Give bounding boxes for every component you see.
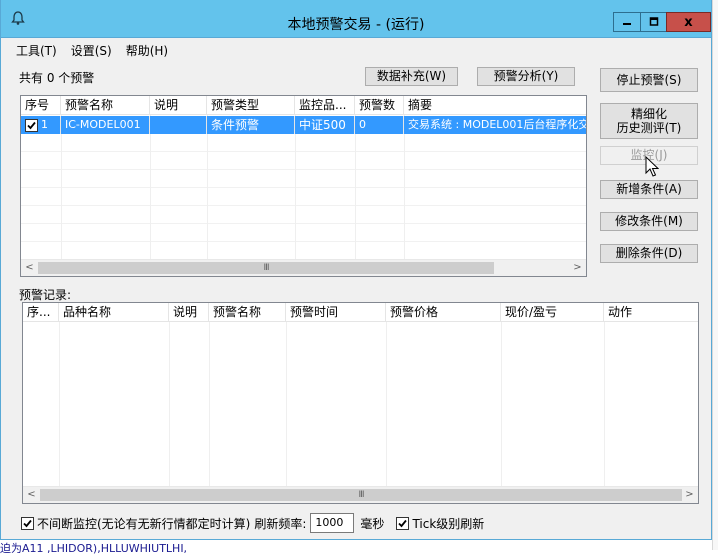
menu-help[interactable]: 帮助(H) [119, 42, 175, 60]
alert-records-label: 预警记录: [19, 288, 72, 302]
column-header-name[interactable]: 预警名称 [61, 96, 150, 115]
checkmark-icon [27, 121, 36, 129]
refresh-rate-input[interactable]: 1000 [310, 513, 355, 533]
records-table-header: 序... 品种名称 说明 预警名称 预警时间 预警价格 现价/盈亏 动作 [23, 303, 698, 322]
maximize-icon [649, 17, 658, 26]
scroll-left-arrow-icon[interactable]: < [21, 260, 38, 276]
alert-table-hscrollbar[interactable]: < III > [21, 259, 586, 276]
alert-table-header: 序号 预警名称 说明 预警类型 监控品... 预警数 摘要 [21, 96, 586, 115]
column-header-note[interactable]: 说明 [169, 303, 209, 322]
title-bar[interactable]: 本地预警交易 - (运行) x [1, 0, 711, 38]
modify-condition-button[interactable]: 修改条件(M) [600, 212, 698, 231]
stop-alert-button[interactable]: 停止预警(S) [600, 68, 698, 92]
column-header-alert-name[interactable]: 预警名称 [209, 303, 286, 322]
records-table-hscrollbar[interactable]: < III > [23, 486, 698, 503]
column-header-count[interactable]: 预警数 [355, 96, 404, 115]
column-header-product-name[interactable]: 品种名称 [59, 303, 169, 322]
alert-analysis-button[interactable]: 预警分析(Y) [477, 67, 575, 86]
continuous-monitor-label[interactable]: 不间断监控(无论有无新行情都定时计算) [37, 515, 250, 532]
menu-bar: 工具(T) 设置(S) 帮助(H) [9, 42, 175, 60]
column-header-type[interactable]: 预警类型 [207, 96, 295, 115]
minimize-icon [623, 23, 631, 25]
footer-bar: 不间断监控(无论有无新行情都定时计算) 刷新频率: 1000 毫秒 Tick级别… [21, 513, 484, 533]
grip-icon: III [358, 490, 365, 500]
column-header-index[interactable]: 序号 [21, 96, 61, 115]
column-header-summary[interactable]: 摘要 [404, 96, 586, 115]
checkmark-icon [398, 519, 408, 527]
scroll-thumb[interactable]: III [38, 262, 494, 274]
row-summary: 交易系统 : MODEL001后台程序化交易 [408, 118, 586, 131]
delete-condition-button[interactable]: 删除条件(D) [600, 244, 698, 263]
tick-refresh-label[interactable]: Tick级别刷新 [412, 515, 484, 532]
minimize-button[interactable] [613, 12, 641, 32]
row-checkbox[interactable] [25, 118, 38, 132]
row-index: 1 [41, 118, 48, 131]
row-index-cell: 1 [21, 116, 61, 134]
grip-icon: III [263, 263, 270, 273]
alert-count-label: 共有 0 个预警 [19, 71, 95, 85]
refresh-unit-label: 毫秒 [360, 516, 385, 531]
add-condition-button[interactable]: 新增条件(A) [600, 180, 698, 199]
background-window-edge [712, 0, 718, 550]
scroll-right-arrow-icon[interactable]: > [681, 487, 698, 503]
records-table-gridlines [23, 322, 698, 486]
column-header-product[interactable]: 监控品... [295, 96, 355, 115]
column-header-action[interactable]: 动作 [604, 303, 698, 322]
scroll-thumb[interactable]: III [40, 489, 682, 501]
column-header-alert-time[interactable]: 预警时间 [286, 303, 386, 322]
close-icon: x [684, 14, 693, 30]
table-row[interactable]: 1 IC-MODEL001 条件预警 中证500 0 交易系统 : MODEL0… [21, 116, 586, 134]
refresh-rate-label: 刷新频率: [254, 516, 307, 531]
refine-label-line2: 历史测评(T) [616, 121, 682, 135]
column-header-alert-price[interactable]: 预警价格 [386, 303, 501, 322]
row-name: IC-MODEL001 [61, 116, 150, 134]
scroll-right-arrow-icon[interactable]: > [569, 260, 586, 276]
maximize-button[interactable] [640, 12, 667, 32]
mouse-cursor-icon [645, 156, 659, 177]
menu-settings[interactable]: 设置(S) [64, 42, 119, 60]
alert-table-gridlines [21, 115, 586, 259]
row-count: 0 [355, 116, 404, 134]
background-code-text: 迫为A11 ,LHIDOR),HLLUWHIUTLHI, [0, 542, 188, 555]
refine-label-line1: 精细化 [630, 106, 667, 121]
scroll-left-arrow-icon[interactable]: < [23, 487, 40, 503]
alert-records-table[interactable]: 序... 品种名称 说明 预警名称 预警时间 预警价格 现价/盈亏 动作 < I… [22, 302, 699, 504]
data-supplement-button[interactable]: 数据补充(W) [365, 67, 458, 86]
column-header-current-pnl[interactable]: 现价/盈亏 [501, 303, 604, 322]
menu-tools[interactable]: 工具(T) [9, 42, 64, 60]
row-type: 条件预警 [207, 116, 295, 134]
close-button[interactable]: x [666, 12, 711, 32]
row-product: 中证500 [295, 116, 355, 134]
window-title: 本地预警交易 - (运行) [287, 17, 425, 33]
tick-refresh-checkbox[interactable] [396, 516, 410, 530]
alert-trading-window: 本地预警交易 - (运行) x 工具(T) 设置(S) 帮助(H) 共有 0 个… [0, 0, 712, 540]
continuous-monitor-checkbox[interactable] [21, 516, 34, 530]
column-header-seq[interactable]: 序... [23, 303, 59, 322]
refine-backtest-button[interactable]: 精细化 历史测评(T) [600, 103, 698, 139]
alert-table[interactable]: 序号 预警名称 说明 预警类型 监控品... 预警数 摘要 1 IC-MODEL… [20, 95, 587, 277]
checkmark-icon [23, 519, 32, 527]
column-header-desc[interactable]: 说明 [150, 96, 207, 115]
row-desc [150, 116, 207, 134]
